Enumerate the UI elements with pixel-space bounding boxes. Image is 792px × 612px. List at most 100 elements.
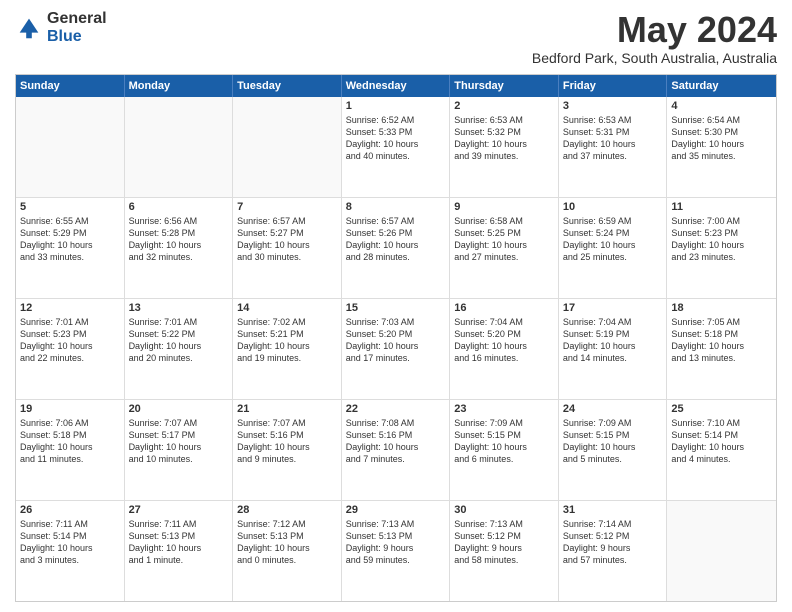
calendar-day-4: 4 Sunrise: 6:54 AM Sunset: 5:30 PM Daylig… bbox=[667, 97, 776, 197]
day-number: 12 bbox=[20, 302, 120, 314]
calendar-day-11: 11 Sunrise: 7:00 AM Sunset: 5:23 PM Dayli… bbox=[667, 198, 776, 298]
day-number: 21 bbox=[237, 403, 337, 415]
calendar-day-22: 22Sunrise: 7:08 AM Sunset: 5:16 PM Dayli… bbox=[342, 400, 451, 500]
header-day-wednesday: Wednesday bbox=[342, 75, 451, 97]
day-number: 24 bbox=[563, 403, 663, 415]
calendar-day-13: 13Sunrise: 7:01 AM Sunset: 5:22 PM Dayli… bbox=[125, 299, 234, 399]
day-number: 27 bbox=[129, 504, 229, 516]
day-content: Sunrise: 7:04 AM Sunset: 5:19 PM Dayligh… bbox=[563, 316, 663, 365]
calendar-day-10: 10 Sunrise: 6:59 AM Sunset: 5:24 PM Dayli… bbox=[559, 198, 668, 298]
calendar-body: 1 Sunrise: 6:52 AM Sunset: 5:33 PM Daylig… bbox=[16, 97, 776, 601]
day-number: 10 bbox=[563, 201, 663, 213]
logo-icon bbox=[15, 14, 43, 42]
logo-blue: Blue bbox=[47, 28, 107, 46]
calendar-week-3: 12 Sunrise: 7:01 AM Sunset: 5:23 PM Dayli… bbox=[16, 299, 776, 400]
day-number: 3 bbox=[563, 100, 663, 112]
calendar-day-19: 19Sunrise: 7:06 AM Sunset: 5:18 PM Dayli… bbox=[16, 400, 125, 500]
day-content: Sunrise: 6:57 AM Sunset: 5:27 PM Dayligh… bbox=[237, 215, 337, 264]
calendar-day-15: 15 Sunrise: 7:03 AM Sunset: 5:20 PM Dayli… bbox=[342, 299, 451, 399]
day-number: 28 bbox=[237, 504, 337, 516]
calendar-day-21: 21 Sunrise: 7:07 AM Sunset: 5:16 PM Dayli… bbox=[233, 400, 342, 500]
calendar-day-20: 20 Sunrise: 7:07 AM Sunset: 5:17 PM Dayli… bbox=[125, 400, 234, 500]
calendar-week-2: 5Sunrise: 6:55 AM Sunset: 5:29 PM Daylig… bbox=[16, 198, 776, 299]
day-content: Sunrise: 6:55 AM Sunset: 5:29 PM Dayligh… bbox=[20, 215, 120, 264]
day-content: Sunrise: 6:56 AM Sunset: 5:28 PM Dayligh… bbox=[129, 215, 229, 264]
calendar: SundayMondayTuesdayWednesdayThursdayFrid… bbox=[15, 74, 777, 602]
logo-text: General Blue bbox=[47, 10, 107, 45]
calendar-day-27: 27 Sunrise: 7:11 AM Sunset: 5:13 PM Dayli… bbox=[125, 501, 234, 601]
calendar-day-17: 17 Sunrise: 7:04 AM Sunset: 5:19 PM Dayli… bbox=[559, 299, 668, 399]
title-section: May 2024 Bedford Park, South Australia, … bbox=[532, 10, 777, 66]
calendar-week-4: 19Sunrise: 7:06 AM Sunset: 5:18 PM Dayli… bbox=[16, 400, 776, 501]
calendar-day-16: 16 Sunrise: 7:04 AM Sunset: 5:20 PM Dayli… bbox=[450, 299, 559, 399]
day-number: 18 bbox=[671, 302, 772, 314]
day-content: Sunrise: 7:00 AM Sunset: 5:23 PM Dayligh… bbox=[671, 215, 772, 264]
calendar-day-empty bbox=[16, 97, 125, 197]
day-content: Sunrise: 7:11 AM Sunset: 5:13 PM Dayligh… bbox=[129, 518, 229, 567]
day-number: 20 bbox=[129, 403, 229, 415]
day-number: 14 bbox=[237, 302, 337, 314]
calendar-day-28: 28Sunrise: 7:12 AM Sunset: 5:13 PM Dayli… bbox=[233, 501, 342, 601]
day-number: 7 bbox=[237, 201, 337, 213]
calendar-day-empty bbox=[667, 501, 776, 601]
header-day-saturday: Saturday bbox=[667, 75, 776, 97]
calendar-week-1: 1 Sunrise: 6:52 AM Sunset: 5:33 PM Daylig… bbox=[16, 97, 776, 198]
day-number: 25 bbox=[671, 403, 772, 415]
day-content: Sunrise: 6:57 AM Sunset: 5:26 PM Dayligh… bbox=[346, 215, 446, 264]
day-content: Sunrise: 7:08 AM Sunset: 5:16 PM Dayligh… bbox=[346, 417, 446, 466]
day-number: 30 bbox=[454, 504, 554, 516]
day-content: Sunrise: 7:13 AM Sunset: 5:12 PM Dayligh… bbox=[454, 518, 554, 567]
day-number: 29 bbox=[346, 504, 446, 516]
calendar-day-14: 14Sunrise: 7:02 AM Sunset: 5:21 PM Dayli… bbox=[233, 299, 342, 399]
day-number: 11 bbox=[671, 201, 772, 213]
day-content: Sunrise: 6:59 AM Sunset: 5:24 PM Dayligh… bbox=[563, 215, 663, 264]
day-number: 26 bbox=[20, 504, 120, 516]
day-number: 8 bbox=[346, 201, 446, 213]
calendar-day-24: 24 Sunrise: 7:09 AM Sunset: 5:15 PM Dayli… bbox=[559, 400, 668, 500]
calendar-day-29: 29 Sunrise: 7:13 AM Sunset: 5:13 PM Dayli… bbox=[342, 501, 451, 601]
calendar-day-18: 18 Sunrise: 7:05 AM Sunset: 5:18 PM Dayli… bbox=[667, 299, 776, 399]
day-content: Sunrise: 7:06 AM Sunset: 5:18 PM Dayligh… bbox=[20, 417, 120, 466]
calendar-day-30: 30 Sunrise: 7:13 AM Sunset: 5:12 PM Dayli… bbox=[450, 501, 559, 601]
day-content: Sunrise: 7:07 AM Sunset: 5:17 PM Dayligh… bbox=[129, 417, 229, 466]
day-content: Sunrise: 7:03 AM Sunset: 5:20 PM Dayligh… bbox=[346, 316, 446, 365]
day-number: 1 bbox=[346, 100, 446, 112]
calendar-day-7: 7 Sunrise: 6:57 AM Sunset: 5:27 PM Daylig… bbox=[233, 198, 342, 298]
day-content: Sunrise: 7:10 AM Sunset: 5:14 PM Dayligh… bbox=[671, 417, 772, 466]
day-content: Sunrise: 7:04 AM Sunset: 5:20 PM Dayligh… bbox=[454, 316, 554, 365]
day-content: Sunrise: 7:05 AM Sunset: 5:18 PM Dayligh… bbox=[671, 316, 772, 365]
logo-general: General bbox=[47, 10, 107, 28]
day-content: Sunrise: 6:52 AM Sunset: 5:33 PM Dayligh… bbox=[346, 114, 446, 163]
day-content: Sunrise: 7:09 AM Sunset: 5:15 PM Dayligh… bbox=[454, 417, 554, 466]
header-day-thursday: Thursday bbox=[450, 75, 559, 97]
day-content: Sunrise: 7:07 AM Sunset: 5:16 PM Dayligh… bbox=[237, 417, 337, 466]
calendar-page: General Blue May 2024 Bedford Park, Sout… bbox=[0, 0, 792, 612]
day-content: Sunrise: 6:54 AM Sunset: 5:30 PM Dayligh… bbox=[671, 114, 772, 163]
day-number: 2 bbox=[454, 100, 554, 112]
month-title: May 2024 bbox=[532, 10, 777, 50]
day-number: 23 bbox=[454, 403, 554, 415]
day-number: 16 bbox=[454, 302, 554, 314]
calendar-day-empty bbox=[125, 97, 234, 197]
calendar-day-2: 2 Sunrise: 6:53 AM Sunset: 5:32 PM Daylig… bbox=[450, 97, 559, 197]
day-number: 6 bbox=[129, 201, 229, 213]
day-number: 4 bbox=[671, 100, 772, 112]
calendar-week-5: 26Sunrise: 7:11 AM Sunset: 5:14 PM Dayli… bbox=[16, 501, 776, 601]
logo: General Blue bbox=[15, 10, 107, 45]
day-content: Sunrise: 6:53 AM Sunset: 5:32 PM Dayligh… bbox=[454, 114, 554, 163]
calendar-header: SundayMondayTuesdayWednesdayThursdayFrid… bbox=[16, 75, 776, 97]
day-number: 17 bbox=[563, 302, 663, 314]
header-day-friday: Friday bbox=[559, 75, 668, 97]
day-content: Sunrise: 7:01 AM Sunset: 5:23 PM Dayligh… bbox=[20, 316, 120, 365]
header-day-sunday: Sunday bbox=[16, 75, 125, 97]
day-number: 13 bbox=[129, 302, 229, 314]
calendar-day-5: 5Sunrise: 6:55 AM Sunset: 5:29 PM Daylig… bbox=[16, 198, 125, 298]
day-content: Sunrise: 7:09 AM Sunset: 5:15 PM Dayligh… bbox=[563, 417, 663, 466]
day-number: 15 bbox=[346, 302, 446, 314]
calendar-day-25: 25 Sunrise: 7:10 AM Sunset: 5:14 PM Dayli… bbox=[667, 400, 776, 500]
day-number: 9 bbox=[454, 201, 554, 213]
day-content: Sunrise: 7:13 AM Sunset: 5:13 PM Dayligh… bbox=[346, 518, 446, 567]
calendar-day-3: 3Sunrise: 6:53 AM Sunset: 5:31 PM Daylig… bbox=[559, 97, 668, 197]
day-number: 31 bbox=[563, 504, 663, 516]
day-content: Sunrise: 7:14 AM Sunset: 5:12 PM Dayligh… bbox=[563, 518, 663, 567]
